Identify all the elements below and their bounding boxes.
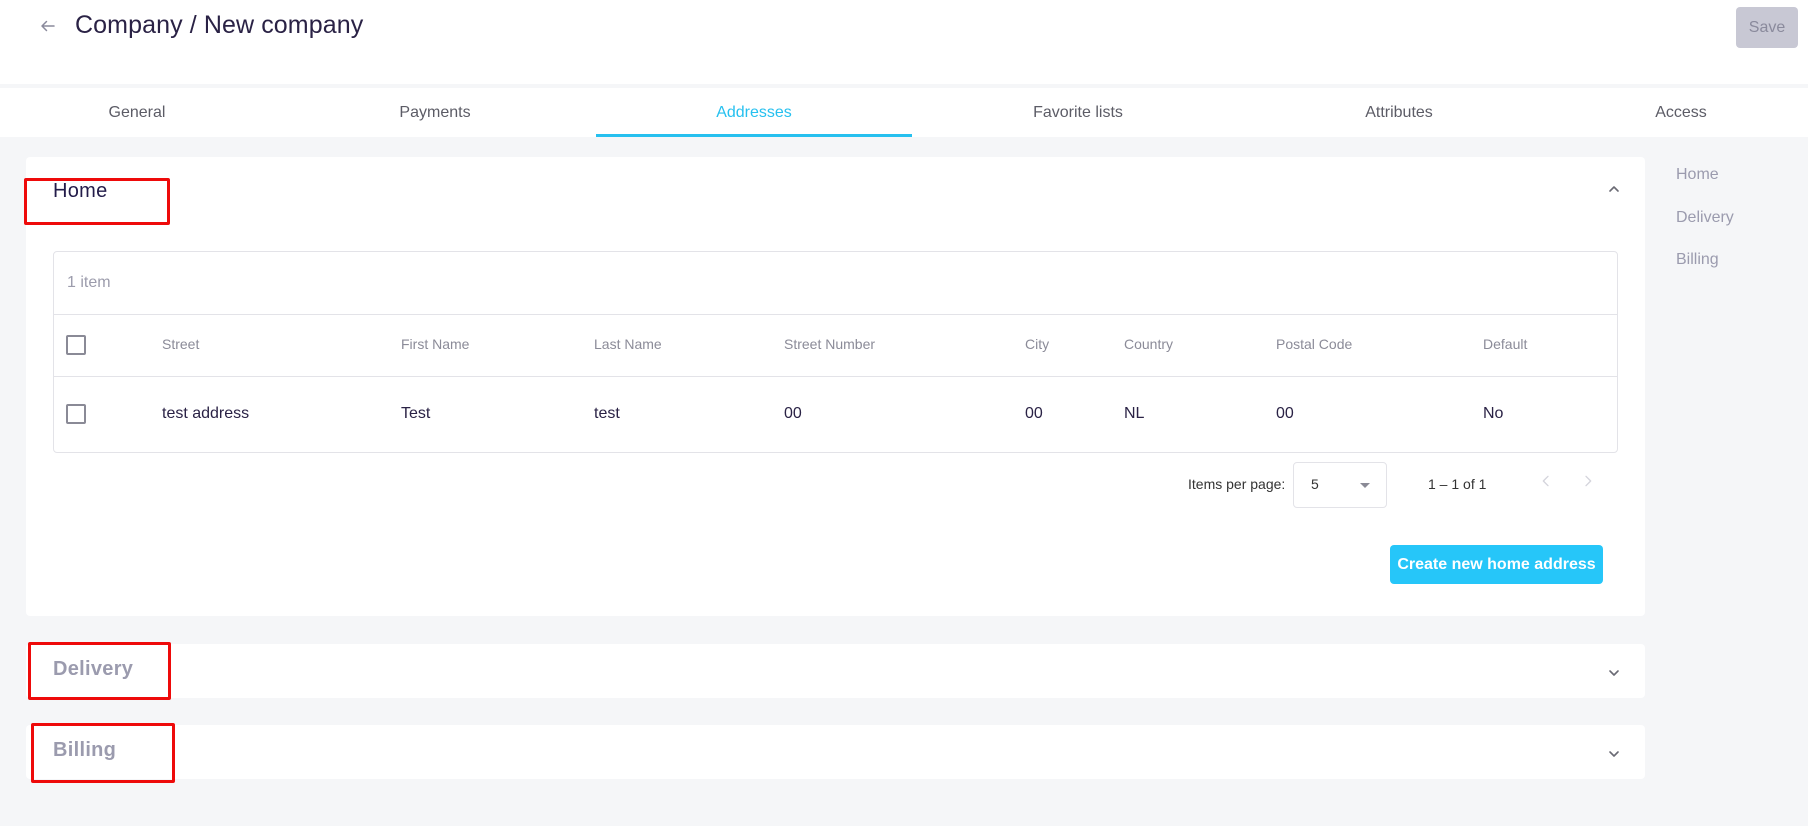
chevron-down-icon [1609, 670, 1619, 676]
cell-postal-code: 00 [1276, 405, 1294, 422]
cell-last-name: test [594, 405, 620, 422]
create-home-address-button[interactable]: Create new home address [1390, 545, 1603, 584]
tab-bar: General Payments Addresses Favorite list… [0, 88, 1808, 137]
items-per-page-select[interactable]: 5 [1293, 462, 1387, 508]
billing-section[interactable]: Billing [26, 725, 1645, 779]
select-all-checkbox[interactable] [66, 335, 86, 355]
expand-billing-button[interactable] [1604, 744, 1624, 764]
dropdown-caret-icon [1360, 483, 1370, 488]
side-nav-home[interactable]: Home [1676, 166, 1734, 209]
next-page-button[interactable] [1576, 469, 1600, 493]
cell-street: test address [162, 405, 250, 422]
tab-attributes[interactable]: Attributes [1244, 88, 1554, 137]
cell-street-number: 00 [784, 405, 802, 422]
cell-country: NL [1124, 405, 1145, 422]
section-side-nav: Home Delivery Billing [1676, 166, 1734, 294]
cell-first-name: Test [401, 405, 431, 422]
item-count: 1 item [67, 274, 111, 291]
column-header-country[interactable]: Country [1124, 336, 1173, 352]
delivery-section[interactable]: Delivery [26, 644, 1645, 698]
column-header-default[interactable]: Default [1483, 336, 1527, 352]
side-nav-delivery[interactable]: Delivery [1676, 209, 1734, 252]
home-section: Home 1 item Street First Name Last Name … [26, 157, 1645, 616]
tab-payments[interactable]: Payments [274, 88, 596, 137]
save-button[interactable]: Save [1736, 7, 1798, 48]
chevron-down-icon [1609, 751, 1619, 757]
back-button[interactable] [36, 14, 60, 38]
column-header-street-number[interactable]: Street Number [784, 336, 875, 352]
collapse-home-button[interactable] [1604, 179, 1624, 199]
table-row[interactable]: test address Test test 00 00 NL 00 No [54, 377, 1617, 453]
home-section-title[interactable]: Home [53, 180, 108, 203]
page-title: Company / New company [75, 11, 364, 39]
cell-city: 00 [1025, 405, 1043, 422]
tab-favorite-lists[interactable]: Favorite lists [912, 88, 1244, 137]
chevron-right-icon [1585, 475, 1592, 487]
table-header-row: Street First Name Last Name Street Numbe… [54, 315, 1617, 376]
page-header: Company / New company Save [0, 0, 1808, 84]
tab-addresses[interactable]: Addresses [596, 88, 912, 137]
column-header-first-name[interactable]: First Name [401, 336, 469, 352]
column-header-city[interactable]: City [1025, 336, 1049, 352]
cell-default: No [1483, 405, 1504, 422]
side-nav-billing[interactable]: Billing [1676, 251, 1734, 294]
page: Company / New company Save General Payme… [0, 0, 1808, 826]
chevron-left-icon [1542, 475, 1549, 487]
column-header-postal-code[interactable]: Postal Code [1276, 336, 1352, 352]
row-checkbox[interactable] [66, 404, 86, 424]
arrow-left-icon [41, 20, 55, 32]
tab-general[interactable]: General [0, 88, 274, 137]
paginator-range: 1 – 1 of 1 [1428, 476, 1487, 492]
items-per-page-label: Items per page: [1188, 476, 1286, 492]
column-header-last-name[interactable]: Last Name [594, 336, 662, 352]
previous-page-button[interactable] [1534, 469, 1558, 493]
billing-section-title[interactable]: Billing [53, 739, 116, 762]
home-address-table: 1 item Street First Name Last Name Stree… [53, 251, 1618, 453]
items-per-page-value: 5 [1311, 476, 1319, 492]
chevron-up-icon [1609, 186, 1619, 192]
delivery-section-title[interactable]: Delivery [53, 658, 133, 681]
tab-access[interactable]: Access [1554, 88, 1808, 137]
column-header-street[interactable]: Street [162, 336, 199, 352]
expand-delivery-button[interactable] [1604, 663, 1624, 683]
